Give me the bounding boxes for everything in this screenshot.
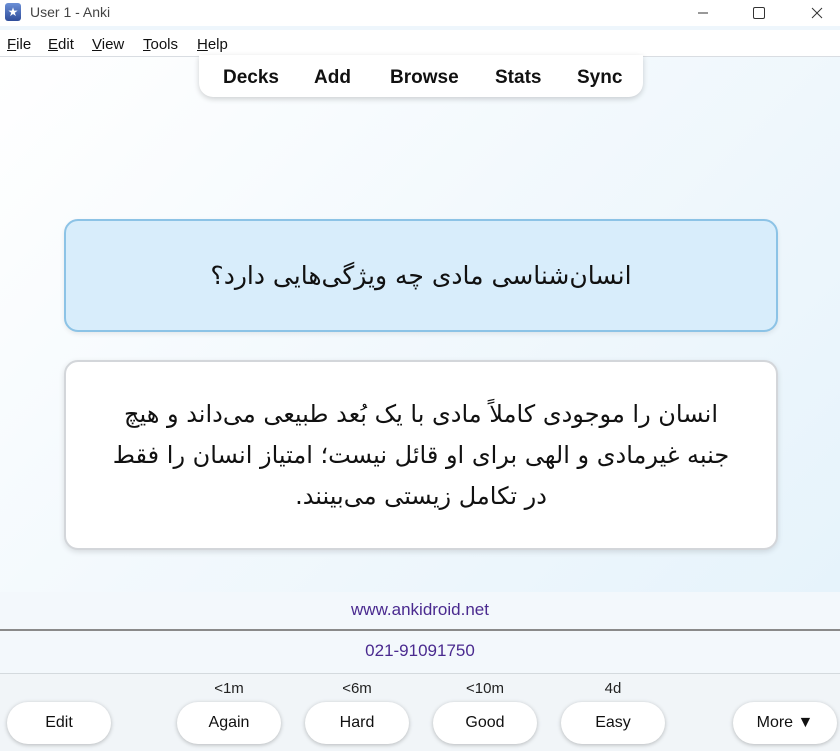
answer-card: انسان را موجودی کاملاً مادی با یک بُعد ط… [64, 360, 778, 550]
menu-tools-accel: T [143, 36, 151, 53]
menu-help-accel: H [197, 36, 208, 53]
main-toolbar: Decks Add Browse Stats Sync [199, 55, 643, 97]
toolbar-decks[interactable]: Decks [223, 67, 279, 89]
menu-view[interactable]: View [92, 36, 124, 53]
menu-view-label: iew [101, 36, 125, 53]
maximize-icon [753, 7, 765, 19]
title-bar: ★ User 1 - Anki [0, 0, 840, 26]
menu-view-accel: V [92, 36, 102, 53]
menu-file-label: ile [16, 36, 32, 53]
answer-bar: Edit <1m Again <6m Hard <10m Good 4d Eas… [0, 673, 840, 751]
menu-tools-label: ools [150, 36, 179, 53]
anki-app-icon: ★ [5, 3, 21, 21]
toolbar-stats[interactable]: Stats [495, 67, 541, 89]
maximize-button[interactable] [736, 0, 782, 26]
hard-interval: <6m [342, 680, 372, 697]
minimize-button[interactable] [680, 0, 726, 26]
edit-button[interactable]: Edit [7, 702, 111, 744]
menu-tools[interactable]: Tools [143, 36, 178, 53]
answer-text: انسان را موجودی کاملاً مادی با یک بُعد ط… [112, 399, 730, 510]
menu-file[interactable]: File [7, 36, 31, 53]
phone-number: 021-91091750 [0, 631, 840, 673]
minimize-icon [698, 12, 708, 14]
good-interval: <10m [466, 680, 504, 697]
menu-help[interactable]: Help [197, 36, 228, 53]
easy-interval: 4d [604, 680, 622, 697]
question-card: انسان‌شناسی مادی چه ویژگی‌هایی دارد؟ [64, 219, 778, 332]
more-button[interactable]: More ▼ [733, 702, 837, 744]
hard-button[interactable]: Hard [305, 702, 409, 744]
close-button[interactable] [794, 0, 840, 26]
menu-help-label: elp [207, 36, 228, 53]
again-button[interactable]: Again [177, 702, 281, 744]
window-title: User 1 - Anki [30, 4, 111, 20]
again-interval: <1m [214, 680, 244, 697]
menu-file-accel: F [7, 36, 17, 53]
menu-bar: File Edit View Tools Help [0, 30, 840, 56]
website-link[interactable]: www.ankidroid.net [0, 592, 840, 630]
toolbar-browse[interactable]: Browse [390, 67, 459, 89]
easy-button[interactable]: Easy [561, 702, 665, 744]
question-text: انسان‌شناسی مادی چه ویژگی‌هایی دارد؟ [210, 261, 632, 290]
good-button[interactable]: Good [433, 702, 537, 744]
menu-edit-label: dit [58, 36, 74, 53]
menu-edit-accel: E [48, 36, 59, 53]
toolbar-add[interactable]: Add [314, 67, 351, 89]
menu-edit[interactable]: Edit [48, 36, 74, 53]
close-icon [811, 7, 823, 19]
toolbar-sync[interactable]: Sync [577, 67, 622, 89]
